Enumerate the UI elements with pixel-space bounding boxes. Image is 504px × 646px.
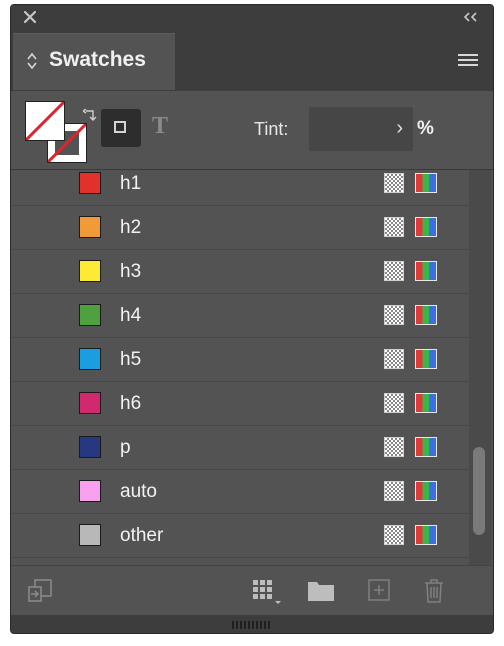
swatches-panel: Swatches T Tint: › % h1 h2 h3 h4 h5 h6 p… [10,4,494,634]
swatch-row-p[interactable]: p [11,426,469,470]
panel-title-bar[interactable] [11,5,493,33]
rgb-mode-icon [415,173,437,193]
tab-swatches[interactable]: Swatches [13,33,175,90]
rgb-mode-icon [415,437,437,457]
process-color-icon [384,437,404,457]
process-color-icon [384,261,404,281]
swatch-row-h5[interactable]: h5 [11,338,469,382]
color-chip [79,348,101,370]
swatch-name: p [120,437,131,458]
color-chip [79,524,101,546]
rgb-mode-icon [415,349,437,369]
rgb-mode-icon [415,525,437,545]
process-color-icon [384,173,404,193]
panel-resize-handle[interactable] [11,615,493,633]
process-color-icon [384,349,404,369]
fill-stroke-selector[interactable] [25,101,97,163]
color-chip [79,436,101,458]
none-slash-icon [26,102,64,140]
scrollbar-thumb[interactable] [473,447,485,535]
color-chip [79,172,101,194]
swatch-name: h2 [120,217,142,238]
swatch-name: auto [120,481,157,502]
swatch-row-h2[interactable]: h2 [11,206,469,250]
swatch-name: h6 [120,393,142,414]
color-chip [79,392,101,414]
process-color-icon [384,393,404,413]
swatch-row-auto[interactable]: auto [11,470,469,514]
process-color-icon [384,217,404,237]
panel-footer [11,565,493,616]
swatch-row-other[interactable]: other [11,514,469,558]
rgb-mode-icon [415,481,437,501]
process-color-icon [384,525,404,545]
color-chip [79,480,101,502]
panel-menu-icon[interactable] [457,53,479,67]
swatch-row-h6[interactable]: h6 [11,382,469,426]
color-chip [79,260,101,282]
rgb-mode-icon [415,305,437,325]
rgb-mode-icon [415,261,437,281]
swatch-name: h3 [120,261,142,282]
tint-slider-arrow-icon[interactable]: › [396,117,403,140]
scrollbar[interactable] [469,170,491,565]
swatch-name: h5 [120,349,142,370]
swatch-name: other [120,525,164,546]
grip-icon [232,621,272,629]
color-chip [79,304,101,326]
swatch-controls: T Tint: › % [11,91,493,170]
container-icon [114,121,126,133]
place-swatch-icon[interactable] [27,578,55,604]
process-color-icon [384,481,404,501]
close-icon[interactable] [23,10,37,24]
swatch-list: h1 h2 h3 h4 h5 h6 p auto other [11,170,469,565]
new-swatch-icon[interactable] [367,578,391,602]
swatch-name: h4 [120,305,142,326]
rgb-mode-icon [415,217,437,237]
swatch-row-h3[interactable]: h3 [11,250,469,294]
process-color-icon [384,305,404,325]
fill-none-swatch[interactable] [25,101,65,141]
show-swatch-kinds-icon[interactable] [251,578,283,606]
tint-label: Tint: [254,119,289,139]
new-color-group-folder-icon[interactable] [307,578,335,602]
formatting-affects-text-icon[interactable]: T [152,113,168,140]
tint-percent-label: % [417,118,434,139]
swatch-row-h4[interactable]: h4 [11,294,469,338]
swatch-row-h1[interactable]: h1 [11,170,469,206]
tab-label: Swatches [49,48,146,71]
swap-fill-stroke-icon[interactable] [83,109,97,123]
trash-icon[interactable] [423,578,445,604]
tab-collapse-arrows-icon[interactable] [27,53,37,69]
color-chip [79,216,101,238]
tint-input[interactable]: › [309,107,413,151]
formatting-affects-container-button[interactable] [101,109,141,147]
swatch-name: h1 [120,173,142,194]
tab-row: Swatches [11,33,493,91]
rgb-mode-icon [415,393,437,413]
collapse-panel-icon[interactable] [461,11,479,23]
